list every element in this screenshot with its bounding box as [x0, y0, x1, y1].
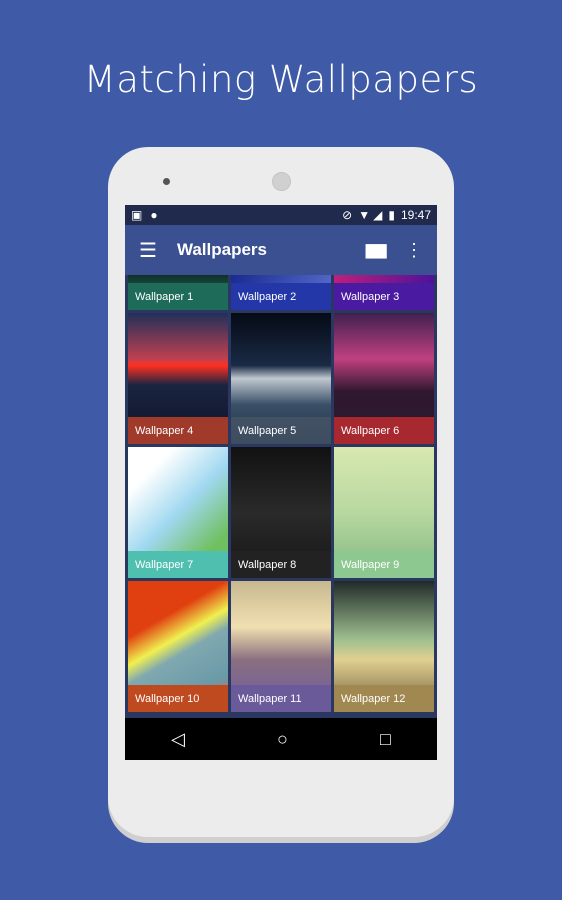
- wallpaper-label: Wallpaper 5: [231, 417, 331, 444]
- app-bar: ☰ Wallpapers ▮▮▮ ⋮: [125, 225, 437, 275]
- wallpaper-label: Wallpaper 12: [334, 685, 434, 712]
- wallpaper-tile[interactable]: Wallpaper 7: [128, 447, 228, 578]
- wallpaper-label: Wallpaper 6: [334, 417, 434, 444]
- status-bar: ▣ ● ⊘ ▼ ◢ ▮ 19:47: [125, 205, 437, 225]
- home-icon[interactable]: ○: [277, 729, 288, 750]
- wallpaper-tile[interactable]: Wallpaper 5: [231, 313, 331, 444]
- wallpaper-tile[interactable]: Wallpaper 9: [334, 447, 434, 578]
- wallpaper-grid: Wallpaper 1 Wallpaper 2 Wallpaper 3 Wallpap…: [125, 275, 437, 718]
- wallpaper-tile[interactable]: Wallpaper 11: [231, 581, 331, 712]
- navigation-bar: ◁ ○ □: [125, 718, 437, 760]
- wallpaper-tile[interactable]: Wallpaper 4: [128, 313, 228, 444]
- sensor: [163, 178, 170, 185]
- columns-icon[interactable]: ▮▮▮: [364, 240, 388, 261]
- wallpaper-tile[interactable]: Wallpaper 1: [128, 275, 228, 310]
- signal-icon: ◢: [373, 208, 383, 222]
- headline: Matching Wallpapers: [83, 58, 479, 101]
- android-notification-icon: ●: [150, 208, 158, 222]
- wallpaper-tile[interactable]: Wallpaper 6: [334, 313, 434, 444]
- wallpaper-label: Wallpaper 7: [128, 551, 228, 578]
- wallpaper-label: Wallpaper 9: [334, 551, 434, 578]
- page-title: Wallpapers: [176, 240, 268, 259]
- wallpaper-label: Wallpaper 11: [231, 685, 331, 712]
- dnd-icon: ⊘: [342, 208, 353, 222]
- hamburger-icon[interactable]: ☰: [139, 238, 157, 263]
- wallpaper-label: Wallpaper 4: [128, 417, 228, 444]
- wallpaper-label: Wallpaper 3: [334, 283, 434, 310]
- wifi-icon: ▼: [358, 208, 371, 222]
- image-notification-icon: ▣: [131, 208, 143, 222]
- back-icon[interactable]: ◁: [171, 729, 185, 750]
- front-camera: [272, 172, 291, 191]
- wallpaper-tile[interactable]: Wallpaper 2: [231, 275, 331, 310]
- wallpaper-tile[interactable]: Wallpaper 12: [334, 581, 434, 712]
- screen: ▣ ● ⊘ ▼ ◢ ▮ 19:47 ☰ Wallpapers ▮▮▮ ⋮ Wal…: [125, 205, 437, 760]
- wallpaper-label: Wallpaper 10: [128, 685, 228, 712]
- wallpaper-tile[interactable]: Wallpaper 8: [231, 447, 331, 578]
- wallpaper-label: Wallpaper 2: [231, 283, 331, 310]
- clock: 19:47: [400, 208, 431, 222]
- battery-icon: ▮: [388, 208, 395, 222]
- recents-icon[interactable]: □: [380, 729, 391, 750]
- wallpaper-label: Wallpaper 8: [231, 551, 331, 578]
- wallpaper-tile[interactable]: Wallpaper 3: [334, 275, 434, 310]
- wallpaper-tile[interactable]: Wallpaper 10: [128, 581, 228, 712]
- wallpaper-label: Wallpaper 1: [128, 283, 228, 310]
- more-vert-icon[interactable]: ⋮: [405, 240, 423, 261]
